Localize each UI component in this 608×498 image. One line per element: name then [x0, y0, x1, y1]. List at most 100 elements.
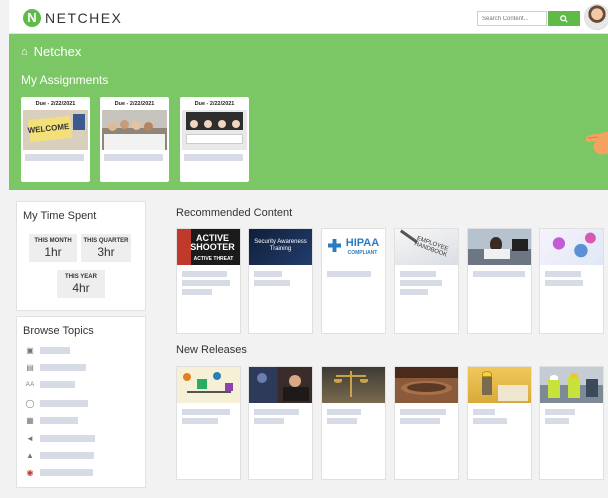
- topic-label-placeholder: [40, 347, 70, 354]
- content-card[interactable]: [539, 366, 604, 480]
- text-placeholder: [182, 289, 212, 295]
- active-shooter-text: ACTIVE SHOOTER: [190, 233, 235, 252]
- text-placeholder: [400, 271, 436, 277]
- assignment-card[interactable]: Due - 2/22/2021: [180, 97, 249, 182]
- content-card[interactable]: ACTIVE SHOOTER ACTIVE THREAT: [176, 228, 241, 334]
- topic-item[interactable]: A A: [25, 379, 135, 390]
- assignment-card[interactable]: Due - 2/22/2021: [100, 97, 169, 182]
- stat-value: 3hr: [97, 245, 115, 259]
- netchex-logo[interactable]: NETCHEX: [23, 9, 122, 27]
- title-placeholder: [25, 154, 84, 161]
- megaphone-icon: ◄: [26, 433, 34, 443]
- text-placeholder: [254, 418, 284, 424]
- text-placeholder: [327, 409, 361, 415]
- calendar-icon: ▦: [26, 415, 34, 425]
- due-date: Due - 2/22/2021: [114, 101, 155, 107]
- text-placeholder: [400, 289, 428, 295]
- logo-text: NETCHEX: [45, 10, 123, 26]
- topic-item[interactable]: ◉: [25, 467, 135, 478]
- title-placeholder: [104, 154, 163, 161]
- home-icon: ⌂: [21, 45, 28, 58]
- content-card[interactable]: [176, 366, 241, 480]
- assignment-card[interactable]: Due - 2/22/2021 WELCOME: [21, 97, 90, 182]
- assignment-thumbnail: WELCOME: [23, 110, 88, 150]
- content-thumbnail: [540, 229, 603, 265]
- document-icon: ▤: [26, 362, 34, 372]
- topic-label-placeholder: [40, 435, 95, 442]
- content-thumbnail: ACTIVE SHOOTER ACTIVE THREAT: [177, 229, 240, 265]
- content-card[interactable]: [467, 366, 532, 480]
- text-size-icon: A A: [25, 381, 35, 388]
- text-placeholder: [545, 409, 575, 415]
- text-placeholder: [473, 418, 507, 424]
- text-placeholder: [545, 418, 569, 424]
- text-placeholder: [400, 280, 442, 286]
- home-label: Netchex: [33, 44, 82, 59]
- active-threat-text: ACTIVE THREAT: [193, 256, 234, 262]
- text-placeholder: [254, 271, 282, 277]
- stat-this-year: THIS YEAR 4hr: [57, 270, 105, 298]
- security-awareness-text: Security Awareness Training: [254, 239, 307, 252]
- topic-item[interactable]: ◄: [25, 433, 135, 444]
- content-card[interactable]: [467, 228, 532, 334]
- topic-item[interactable]: ◯: [25, 398, 135, 409]
- search-icon: [560, 15, 568, 23]
- text-placeholder: [182, 271, 227, 277]
- due-date: Due - 2/22/2021: [35, 101, 76, 107]
- search-input[interactable]: [477, 11, 547, 26]
- stat-label: THIS YEAR: [65, 274, 97, 280]
- text-placeholder: [545, 271, 581, 277]
- assignments-banner: ⌂ Netchex My Assignments Due - 2/22/2021…: [9, 34, 608, 190]
- content-card[interactable]: [248, 366, 313, 480]
- breadcrumb-home[interactable]: ⌂ Netchex: [21, 44, 81, 59]
- topic-item[interactable]: ▲: [25, 450, 135, 461]
- text-placeholder: [182, 280, 230, 286]
- topic-item[interactable]: ▣: [25, 345, 135, 356]
- new-releases-title: New Releases: [176, 344, 247, 356]
- text-placeholder: [400, 418, 440, 424]
- text-placeholder: [182, 409, 230, 415]
- stat-this-month: THIS MONTH 1hr: [29, 234, 77, 262]
- pointing-hand-icon: [585, 131, 608, 155]
- text-placeholder: [400, 409, 446, 415]
- content-thumbnail: [322, 367, 385, 403]
- due-date: Due - 2/22/2021: [194, 101, 235, 107]
- top-navigation-bar: NETCHEX: [9, 0, 608, 34]
- stat-value: 4hr: [72, 281, 90, 295]
- content-thumbnail: HIPAA COMPLIANT: [322, 229, 385, 265]
- topic-label-placeholder: [40, 452, 94, 459]
- text-placeholder: [182, 418, 218, 424]
- topic-label-placeholder: [40, 381, 75, 388]
- time-spent-title: My Time Spent: [23, 210, 97, 222]
- text-placeholder: [473, 409, 495, 415]
- people-icon: ◯: [25, 398, 35, 408]
- text-placeholder: [254, 280, 290, 286]
- topic-label-placeholder: [40, 417, 78, 424]
- stat-value: 1hr: [44, 245, 62, 259]
- assignment-thumbnail: [182, 110, 247, 150]
- content-thumbnail: [177, 367, 240, 403]
- content-card[interactable]: [539, 228, 604, 334]
- browse-topics-panel: Browse Topics ▣ ▤ A A ◯ ▦ ◄ ▲ ◉: [16, 316, 146, 488]
- content-card[interactable]: [394, 366, 459, 480]
- content-card[interactable]: EMPLOYEE HANDBOOK: [394, 228, 459, 334]
- time-spent-panel: My Time Spent THIS MONTH 1hr THIS QUARTE…: [16, 201, 146, 311]
- hipaa-text: HIPAA: [345, 237, 380, 249]
- content-thumbnail: [249, 367, 312, 403]
- assignments-title: My Assignments: [21, 73, 109, 87]
- content-thumbnail: [468, 367, 531, 403]
- title-placeholder: [184, 154, 243, 161]
- user-avatar[interactable]: [584, 4, 608, 30]
- content-card[interactable]: Security Awareness Training: [248, 228, 313, 334]
- assignment-thumbnail: [102, 110, 167, 150]
- topic-item[interactable]: ▦: [25, 415, 135, 426]
- compliant-text: COMPLIANT: [347, 250, 378, 256]
- stat-label: THIS QUARTER: [83, 238, 129, 244]
- text-placeholder: [254, 409, 299, 415]
- search-button[interactable]: [548, 11, 580, 26]
- topic-item[interactable]: ▤: [25, 362, 135, 373]
- content-card[interactable]: HIPAA COMPLIANT: [321, 228, 386, 334]
- text-placeholder: [327, 271, 371, 277]
- content-card[interactable]: [321, 366, 386, 480]
- content-thumbnail: [540, 367, 603, 403]
